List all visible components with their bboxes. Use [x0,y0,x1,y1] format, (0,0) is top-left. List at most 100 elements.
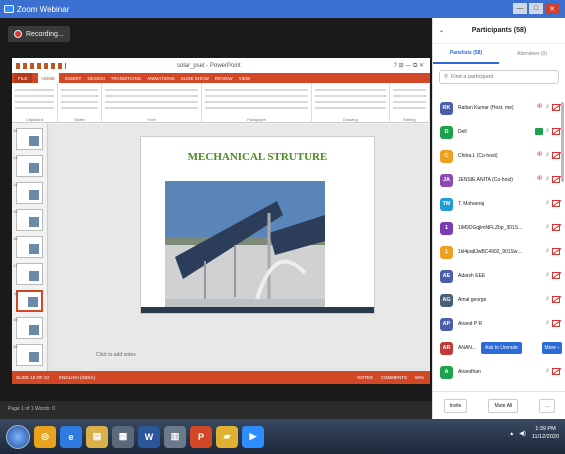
video-off-icon[interactable] [552,223,560,231]
ribbon-group-clipboard[interactable]: Clipboard [12,83,58,123]
search-input[interactable]: Find a participant [451,74,493,80]
maximize-button[interactable]: □ [529,3,543,14]
folder-icon[interactable]: ▰ [216,425,238,448]
slide-thumbnail[interactable]: 20 [13,344,43,366]
ribbon-group-font[interactable]: Font [102,83,202,123]
mic-muted-icon[interactable]: ♪ [546,199,550,207]
minimize-button[interactable]: — [513,3,527,14]
mic-muted-icon[interactable]: ♪ [546,319,550,327]
notes-placeholder[interactable]: Click to add notes [96,352,136,358]
clock[interactable]: 1:39 PM 11/12/2020 [532,425,559,441]
chevron-down-icon[interactable]: ⌄ [439,27,444,34]
participant-row[interactable]: JA JENSIE ANITA (Co-host) ⊕ ♪ [433,168,565,192]
network-icon[interactable]: ▴ [510,430,513,437]
video-off-icon[interactable] [552,175,560,183]
ppt-window-controls[interactable]: ? ⊞ — ⧉ ✕ [394,62,424,70]
tab-view[interactable]: VIEW [239,76,251,81]
mic-muted-icon[interactable]: ♪ [546,247,550,255]
mic-muted-icon[interactable]: ♪ [546,367,550,375]
tab-insert[interactable]: INSERT [65,76,81,81]
share-icon[interactable]: ⊕ [537,103,543,111]
slide-thumbnail[interactable]: 14 [13,182,43,204]
participant-row[interactable]: AG Amal george ♪ [433,288,565,312]
tab-review[interactable]: REVIEW [215,76,233,81]
participant-row[interactable]: TM T. Mohanraj ♪ [433,192,565,216]
share-icon[interactable]: ⊕ [537,175,543,183]
current-slide[interactable]: MECHANICAL STRUTURE [140,136,375,314]
mic-muted-icon[interactable]: ♪ [546,175,550,183]
video-off-icon[interactable] [552,151,560,159]
participant-row-hovered[interactable]: AR ANAN... Ask to Unmute More › [433,336,565,360]
tab-slide-show[interactable]: SLIDE SHOW [181,76,209,81]
video-off-icon[interactable] [552,127,560,135]
video-off-icon[interactable] [552,295,560,303]
powerpoint-icon[interactable]: P [190,425,212,448]
quick-access-toolbar[interactable] [16,62,66,69]
slide-thumbnail[interactable]: 15 [13,209,43,231]
chrome-icon[interactable]: ◎ [34,425,56,448]
participant-row[interactable]: RK Rattan Kumar (Host, me) ⊕ ♪ [433,96,565,120]
solar-panel-photo[interactable] [165,181,325,309]
participant-search[interactable]: ⚲ Find a participant [439,70,559,84]
recording-indicator[interactable]: Recording... [8,26,70,42]
tab-home[interactable]: HOME [37,73,60,83]
ask-to-unmute-button[interactable]: Ask to Unmute [481,342,522,354]
speaker-icon[interactable]: ◀) [519,430,526,437]
participant-row[interactable]: C Chitra.L (Co-host) ⊕ ♪ [433,144,565,168]
participant-row[interactable]: 1 1kl4patlJwBC4902_901SwKgn4... ♪ [433,240,565,264]
slide-thumbnail[interactable]: 19 [13,317,43,339]
video-off-icon[interactable] [552,271,560,279]
notes-button[interactable]: NOTES [357,375,373,380]
slide-thumbnail[interactable]: 17 [13,263,43,285]
ribbon-group-editing[interactable]: Editing [390,83,430,123]
slide-thumbnail[interactable]: 13 [13,155,43,177]
more-button[interactable]: More › [541,342,562,354]
zoom-icon[interactable]: ▶ [242,425,264,448]
mic-muted-icon[interactable]: ♪ [546,271,550,279]
zoom-level[interactable]: 60% [415,375,424,380]
invite-button[interactable]: Invite [443,398,468,413]
participant-row[interactable]: D Dell ♪ [433,120,565,144]
more-options-button[interactable]: ... [539,398,556,413]
tab-animations[interactable]: ANIMATIONS [147,76,175,81]
video-off-icon[interactable] [552,319,560,327]
comments-button[interactable]: COMMENTS [381,375,407,380]
ribbon-group-drawing[interactable]: Drawing [312,83,390,123]
participant-row[interactable]: A Anandhan ♪ [433,360,565,384]
ribbon-group-paragraph[interactable]: Paragraph [202,83,312,123]
ie-icon[interactable]: e [60,425,82,448]
calculator-icon[interactable]: ▥ [164,425,186,448]
video-off-icon[interactable] [552,367,560,375]
mic-on-icon[interactable]: ♪ [546,127,550,135]
participant-row[interactable]: AP Anand P R ♪ [433,312,565,336]
video-off-icon[interactable] [552,247,560,255]
slide-thumbnail[interactable]: 16 [13,236,43,258]
tab-design[interactable]: DESIGN [87,76,104,81]
mute-all-button[interactable]: Mute All [488,398,519,413]
tab-transitions[interactable]: TRANSITIONS [111,76,141,81]
files-icon[interactable]: ▤ [86,425,108,448]
video-on-icon[interactable] [534,127,543,135]
start-button[interactable] [6,424,30,449]
mic-muted-icon[interactable]: ♪ [546,295,550,303]
ribbon-group-slides[interactable]: Slides [58,83,102,123]
participant-row[interactable]: AE Adarsh EEE ♪ [433,264,565,288]
slide-title[interactable]: MECHANICAL STRUTURE [141,151,374,163]
tab-attendees[interactable]: Attendees (0) [499,44,565,64]
mic-muted-icon[interactable]: ♪ [546,103,550,111]
tab-panelists[interactable]: Panelists (58) [433,44,499,64]
tab-file[interactable]: FILE [14,73,32,83]
close-button[interactable]: ✕ [545,3,559,14]
slide-thumbnail-selected[interactable]: 18 [14,290,43,312]
participants-scrollbar[interactable] [561,102,564,182]
slide-thumbnail[interactable]: 12 [13,128,43,150]
video-off-icon[interactable] [552,103,560,111]
mic-muted-icon[interactable]: ♪ [546,151,550,159]
word-icon[interactable]: W [138,425,160,448]
media-icon[interactable]: ▦ [112,425,134,448]
participant-row[interactable]: 1 1iM9DGqjlmNFLZbp_301SwKg... ♪ [433,216,565,240]
mic-muted-icon[interactable]: ♪ [546,223,550,231]
share-icon[interactable]: ⊕ [537,151,543,159]
video-off-icon[interactable] [552,199,560,207]
language-indicator[interactable]: ENGLISH (INDIA) [59,375,95,380]
